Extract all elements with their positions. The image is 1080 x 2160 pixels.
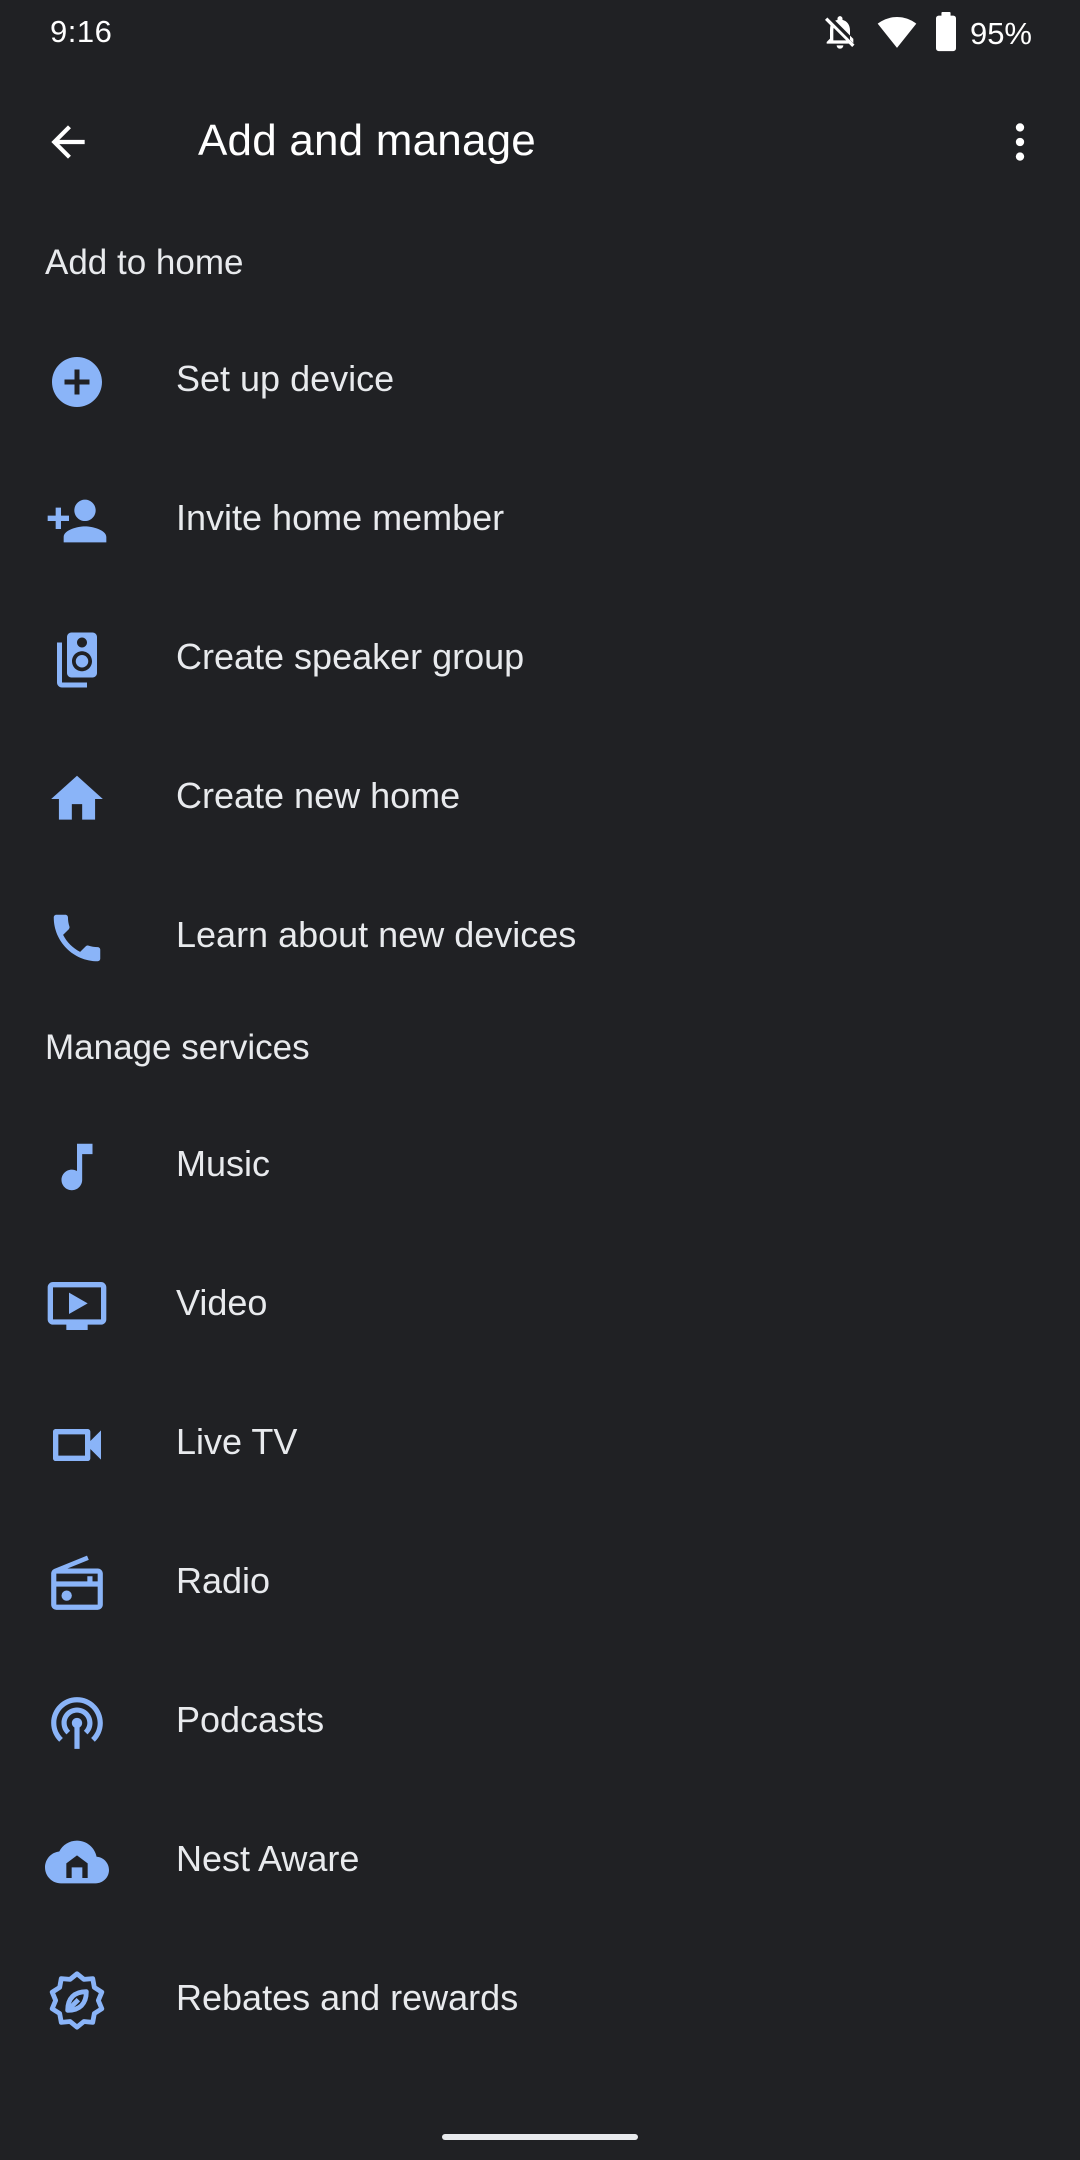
list-item-label: Rebates and rewards (176, 1977, 519, 2018)
radio-icon (42, 1549, 112, 1619)
list-item-label: Live TV (176, 1421, 298, 1462)
list-item-label: Create new home (176, 775, 461, 816)
section-header-add-to-home: Add to home (45, 243, 244, 282)
status-time: 9:16 (50, 14, 113, 49)
page-title: Add and manage (198, 116, 536, 165)
list-item-label: Learn about new devices (176, 914, 577, 955)
overflow-menu-button[interactable] (984, 108, 1056, 180)
speaker-group-icon (42, 625, 112, 695)
notifications-off-icon (820, 12, 860, 57)
list-item-label: Nest Aware (176, 1838, 360, 1879)
back-button[interactable] (32, 108, 104, 180)
section-header-manage-services: Manage services (45, 1028, 310, 1067)
list-item-label: Set up device (176, 358, 395, 399)
gesture-navigation-handle[interactable] (442, 2134, 638, 2140)
list-item-set-up-device[interactable]: Set up device (0, 311, 1080, 450)
list-item-label: Radio (176, 1560, 271, 1601)
videocam-icon (42, 1410, 112, 1480)
list-item-invite-home-member[interactable]: Invite home member (0, 450, 1080, 589)
add-circle-icon (42, 347, 112, 417)
rebates-icon (42, 1966, 112, 2036)
person-add-icon (42, 486, 112, 556)
list-item-video[interactable]: Video (0, 1235, 1080, 1374)
video-icon (42, 1271, 112, 1341)
arrow-back-icon (43, 117, 93, 172)
list-item-create-new-home[interactable]: Create new home (0, 728, 1080, 867)
nest-aware-icon (42, 1827, 112, 1897)
list-item-label: Invite home member (176, 497, 505, 538)
list-item-label: Podcasts (176, 1699, 325, 1740)
list-item-label: Music (176, 1143, 271, 1184)
home-icon (42, 764, 112, 834)
list-item-learn-about-new-devices[interactable]: Learn about new devices (0, 867, 1080, 1006)
list-item-podcasts[interactable]: Podcasts (0, 1652, 1080, 1791)
list-item-create-speaker-group[interactable]: Create speaker group (0, 589, 1080, 728)
battery-icon (934, 11, 958, 57)
music-note-icon (42, 1132, 112, 1202)
app-bar: Add and manage (0, 88, 1080, 200)
list-item-music[interactable]: Music (0, 1096, 1080, 1235)
list-item-radio[interactable]: Radio (0, 1513, 1080, 1652)
list-item-nest-aware[interactable]: Nest Aware (0, 1791, 1080, 1930)
podcasts-icon (42, 1688, 112, 1758)
status-icons: 95% (820, 11, 1032, 57)
list-item-rebates-and-rewards[interactable]: Rebates and rewards (0, 1930, 1080, 2069)
list-item-label: Create speaker group (176, 636, 525, 677)
list-item-label: Video (176, 1282, 268, 1323)
list-item-live-tv[interactable]: Live TV (0, 1374, 1080, 1513)
status-bar: 9:16 95% (0, 0, 1080, 70)
wifi-icon (876, 12, 918, 57)
battery-percentage: 95% (969, 16, 1032, 51)
more-vert-icon (995, 117, 1045, 172)
phone-icon (42, 903, 112, 973)
